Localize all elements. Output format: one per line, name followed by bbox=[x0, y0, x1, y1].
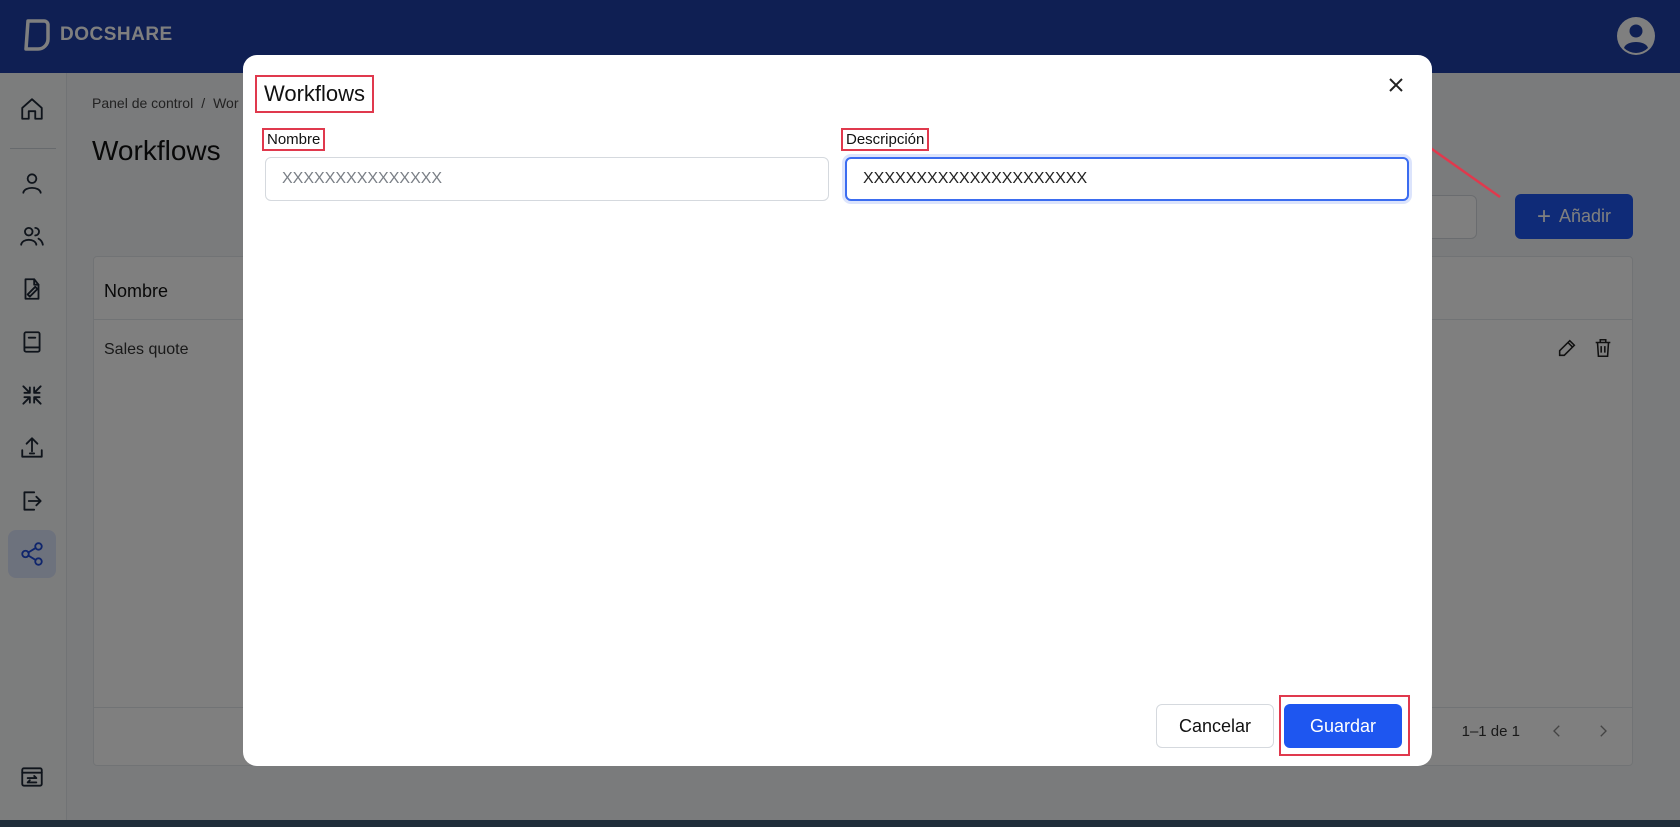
app-window: DOCSHARE bbox=[0, 0, 1680, 820]
name-input[interactable] bbox=[265, 157, 829, 201]
save-button[interactable]: Guardar bbox=[1284, 704, 1402, 748]
close-icon bbox=[1389, 78, 1403, 92]
description-label: Descripción bbox=[841, 128, 930, 151]
cancel-button[interactable]: Cancelar bbox=[1156, 704, 1274, 748]
name-label: Nombre bbox=[262, 128, 326, 151]
description-input[interactable] bbox=[845, 157, 1409, 201]
close-button[interactable] bbox=[1382, 71, 1410, 99]
dialog-title: Workflows bbox=[255, 75, 375, 113]
save-button-highlight: Guardar bbox=[1279, 695, 1410, 756]
workflow-dialog: Workflows Nombre Descripción Cancelar Gu… bbox=[243, 55, 1432, 766]
